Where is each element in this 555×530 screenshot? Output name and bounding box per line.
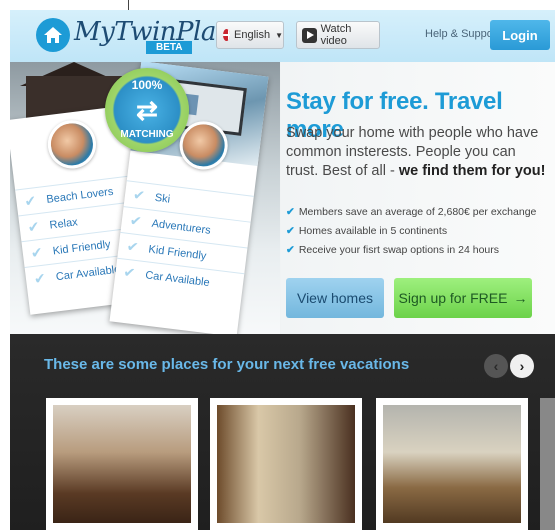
interest-label: Beach Lovers: [45, 185, 114, 206]
interest-label: Car Available: [55, 262, 121, 283]
interest-label: Kid Friendly: [147, 242, 207, 262]
check-icon: ✔: [132, 186, 146, 204]
badge-word: MATCHING: [120, 129, 174, 140]
view-homes-button[interactable]: View homes: [286, 278, 384, 318]
hero-description: Swap your home with people who have comm…: [286, 124, 548, 181]
carousel-next-button[interactable]: ›: [510, 354, 534, 378]
place-thumbnail-partial[interactable]: [540, 398, 555, 530]
benefit-text: Receive your fisrt swap options in 24 ho…: [298, 243, 499, 256]
carousel-prev-button[interactable]: ‹: [484, 354, 508, 378]
family-photo: [45, 117, 99, 172]
help-support-link[interactable]: Help & Support: [425, 28, 500, 40]
header: MyTwinPlace BETA English ▼ Watch video H…: [10, 10, 555, 62]
kitchen-photo: [53, 405, 191, 523]
play-icon: [302, 27, 317, 43]
beta-badge: BETA: [146, 41, 193, 54]
dining-room-photo: [383, 405, 521, 523]
living-room-photo: [217, 405, 355, 523]
hero-section: ✔ Beach Lovers ✔ Relax ✔ Kid Friendly ✔ Car …: [10, 62, 555, 334]
place-thumbnail[interactable]: [210, 398, 362, 530]
check-icon: ✔: [286, 224, 295, 237]
benefit-item: ✔ Members save an average of 2,680€ per e…: [286, 202, 536, 221]
benefit-text: Homes available in 5 continents: [298, 224, 448, 237]
benefit-item: ✔ Homes available in 5 continents: [286, 221, 536, 240]
uk-flag-icon: [223, 29, 230, 41]
benefit-list: ✔ Members save an average of 2,680€ per e…: [286, 202, 536, 259]
interest-label: Relax: [48, 215, 79, 232]
benefit-text: Members save an average of 2,680€ per ex…: [298, 205, 537, 218]
description-bold: we find them for you!: [398, 163, 546, 179]
badge-percent: 100%: [131, 78, 163, 92]
signup-button[interactable]: Sign up for FREE →: [394, 278, 532, 318]
swap-arrows-icon: ⇄: [136, 94, 158, 125]
places-title: These are some places for your next free…: [44, 356, 410, 373]
arrow-right-icon: →: [513, 290, 528, 306]
check-icon: ✔: [122, 263, 137, 281]
interest-list-right: ✔ Ski ✔ Adventurers ✔ Kid Friendly ✔ Car Ava…: [114, 180, 254, 300]
check-icon: ✔: [29, 243, 44, 262]
check-icon: ✔: [129, 212, 143, 230]
places-section: These are some places for your next free…: [10, 334, 555, 530]
check-icon: ✔: [33, 269, 47, 287]
watch-video-button[interactable]: Watch video: [296, 21, 380, 49]
interest-label: Kid Friendly: [52, 237, 112, 257]
check-icon: ✔: [26, 218, 41, 236]
check-icon: ✔: [286, 243, 295, 256]
benefit-item: ✔ Receive your fisrt swap options in 24 h…: [286, 240, 536, 259]
interest-label: Adventurers: [151, 217, 212, 237]
place-thumbnail[interactable]: [376, 398, 528, 530]
language-selector[interactable]: English ▼: [216, 21, 284, 49]
language-label: English: [234, 29, 271, 41]
matching-badge: 100% ⇄ MATCHING: [105, 68, 189, 152]
check-icon: ✔: [286, 205, 295, 218]
house-logo-icon[interactable]: [36, 18, 70, 52]
place-thumbnail[interactable]: [46, 398, 198, 530]
check-icon: ✔: [23, 192, 38, 210]
interest-label: Car Available: [144, 268, 211, 289]
login-button[interactable]: Login: [490, 20, 550, 50]
signup-label: Sign up for FREE: [398, 290, 508, 306]
watch-video-label: Watch video: [320, 23, 352, 47]
interest-label: Ski: [154, 191, 171, 206]
caret-down-icon: ▼: [275, 30, 283, 40]
check-icon: ✔: [125, 237, 140, 256]
